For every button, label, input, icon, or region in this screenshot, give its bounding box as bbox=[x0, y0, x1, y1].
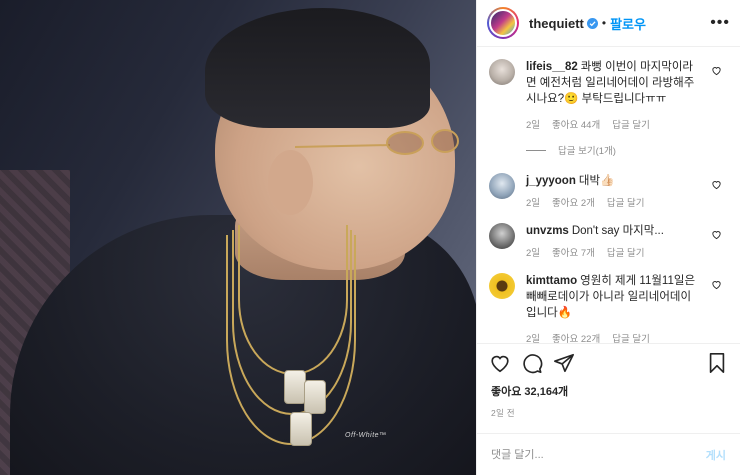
comment-avatar[interactable] bbox=[489, 223, 515, 249]
comment-time: 2일 bbox=[526, 120, 541, 131]
comment-username[interactable]: lifeis__82 bbox=[526, 61, 578, 73]
reply-button[interactable]: 답글 달기 bbox=[607, 195, 645, 209]
add-comment-bar: 게시 bbox=[477, 433, 740, 475]
view-replies-label: 답글 보기(1개) bbox=[558, 146, 616, 157]
comment-likes[interactable]: 좋아요 44개 bbox=[552, 117, 600, 131]
reply-button[interactable]: 답글 달기 bbox=[612, 331, 650, 343]
photo-glasses bbox=[295, 129, 459, 155]
bookmark-icon[interactable] bbox=[706, 352, 728, 374]
avatar[interactable] bbox=[487, 7, 519, 39]
likes-count[interactable]: 좋아요 32,164개 bbox=[477, 383, 740, 399]
comment-item: kimttamo 영원히 제게 11월11일은 빼빼로데이가 아니라 일리네어데이… bbox=[489, 273, 726, 343]
heart-icon[interactable] bbox=[489, 352, 511, 374]
comment-text: 대박👍🏻 bbox=[578, 175, 615, 187]
replies-line bbox=[526, 149, 546, 151]
pendant-3 bbox=[290, 412, 312, 446]
username[interactable]: thequiett bbox=[529, 16, 584, 31]
follow-button[interactable]: 팔로우 bbox=[610, 14, 646, 33]
share-icon[interactable] bbox=[553, 352, 575, 374]
comment-likes[interactable]: 좋아요 22개 bbox=[552, 331, 600, 343]
post-actions-bar bbox=[477, 343, 740, 381]
comment-avatar[interactable] bbox=[489, 273, 515, 299]
pendant-2 bbox=[304, 380, 326, 414]
post-sidebar: thequiett • 팔로우 ••• lifeis__82 콰뻥 이번이 마지막… bbox=[476, 0, 740, 475]
comment-username[interactable]: kimttamo bbox=[526, 275, 577, 287]
comment-time: 2일 bbox=[526, 334, 541, 343]
heart-icon[interactable] bbox=[711, 229, 722, 240]
post-header: thequiett • 팔로우 ••• bbox=[477, 0, 740, 47]
comment-username[interactable]: unvzms bbox=[526, 225, 569, 237]
comment-avatar[interactable] bbox=[489, 173, 515, 199]
heart-icon[interactable] bbox=[711, 65, 722, 76]
more-options-icon[interactable]: ••• bbox=[710, 14, 730, 32]
comment-avatar[interactable] bbox=[489, 59, 515, 85]
verified-badge-icon bbox=[586, 17, 598, 29]
reply-button[interactable]: 답글 달기 bbox=[612, 117, 650, 131]
pendant-1 bbox=[284, 370, 306, 404]
comment-likes[interactable]: 좋아요 7개 bbox=[552, 245, 595, 259]
reply-button[interactable]: 답글 달기 bbox=[607, 245, 645, 259]
comment-username[interactable]: j_yyyoon bbox=[526, 175, 576, 187]
instagram-post: Off-White™ thequiett • 팔로우 ••• lifeis__8… bbox=[0, 0, 740, 475]
comment-time: 2일 bbox=[526, 198, 541, 209]
comment-item: j_yyyoon 대박👍🏻 2일 좋아요 2개 답글 달기 bbox=[489, 173, 726, 209]
comment-likes[interactable]: 좋아요 2개 bbox=[552, 195, 595, 209]
comment-item: lifeis__82 콰뻥 이번이 마지막이라면 예전처럼 일리네어데이 라방해주… bbox=[489, 59, 726, 131]
post-comment-button[interactable]: 게시 bbox=[706, 447, 726, 463]
comment-icon[interactable] bbox=[521, 352, 543, 374]
heart-icon[interactable] bbox=[711, 279, 722, 290]
comment-text: Don't say 마지막... bbox=[571, 225, 664, 237]
post-photo[interactable]: Off-White™ bbox=[0, 0, 476, 475]
shirt-print-text: Off-White™ bbox=[345, 432, 387, 439]
view-replies-button[interactable]: 답글 보기(1개) bbox=[526, 143, 726, 157]
comments-list[interactable]: lifeis__82 콰뻥 이번이 마지막이라면 예전처럼 일리네어데이 라방해주… bbox=[477, 47, 740, 343]
heart-icon[interactable] bbox=[711, 179, 722, 190]
comment-time: 2일 bbox=[526, 248, 541, 259]
separator-dot: • bbox=[601, 16, 607, 30]
photo-hair bbox=[205, 8, 430, 128]
comment-input[interactable] bbox=[491, 448, 706, 461]
comment-item: unvzms Don't say 마지막... 2일 좋아요 7개 답글 달기 bbox=[489, 223, 726, 259]
post-time: 2일 전 bbox=[491, 408, 515, 418]
